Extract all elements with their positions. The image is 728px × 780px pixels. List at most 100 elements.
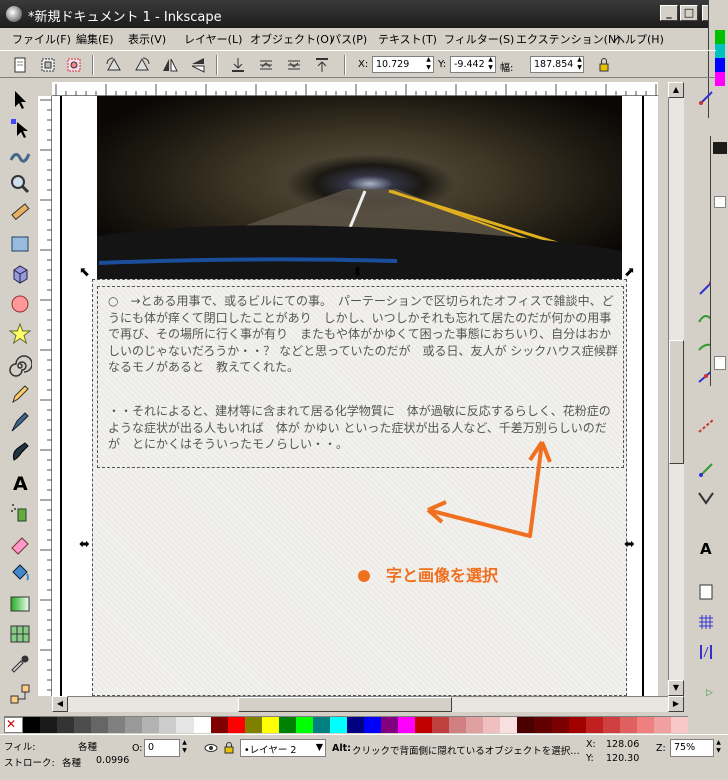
raise-icon[interactable] xyxy=(256,55,276,75)
3d-box-tool-icon[interactable] xyxy=(8,262,32,286)
menu-help[interactable]: ヘルプ(H) xyxy=(614,31,664,47)
text-tool-icon[interactable]: A xyxy=(8,470,32,495)
color-swatch[interactable] xyxy=(312,717,330,733)
pen-tool-icon[interactable] xyxy=(8,410,32,434)
layer-visibility-icon[interactable] xyxy=(204,741,218,755)
maximize-button[interactable]: □ xyxy=(680,5,698,21)
scale-handle-top-left-icon[interactable]: ⬉ xyxy=(79,266,90,279)
drawing-canvas[interactable]: ○ →とある用事で、或るビルにての事。 パーテーションで区切られたオフィスで雑談… xyxy=(52,96,658,696)
color-swatch[interactable] xyxy=(227,717,245,733)
menu-filter[interactable]: フィルター(S) xyxy=(444,31,514,47)
color-swatch[interactable] xyxy=(244,717,262,733)
selector-tool-icon[interactable] xyxy=(8,88,32,112)
color-swatch[interactable] xyxy=(210,717,228,733)
color-swatch[interactable] xyxy=(381,717,399,733)
width-spinner[interactable]: ▲ ▼ xyxy=(575,56,584,73)
vertical-scroll-thumb[interactable] xyxy=(669,340,684,464)
scale-handle-left-icon[interactable]: ⬌ xyxy=(79,538,90,551)
rectangle-tool-icon[interactable] xyxy=(8,232,32,256)
spray-tool-icon[interactable] xyxy=(8,500,32,524)
color-swatch[interactable] xyxy=(466,717,484,733)
horizontal-scroll-thumb[interactable] xyxy=(238,697,452,712)
rotate-cw-icon[interactable] xyxy=(132,55,152,75)
color-swatch[interactable] xyxy=(517,717,535,733)
lower-icon[interactable] xyxy=(284,55,304,75)
color-swatch[interactable] xyxy=(329,717,347,733)
menu-text[interactable]: テキスト(T) xyxy=(378,31,437,47)
scroll-right-button[interactable]: ▶ xyxy=(668,696,684,712)
layer-lock-icon[interactable] xyxy=(222,741,236,755)
color-swatch[interactable] xyxy=(636,717,654,733)
measure-tool-icon[interactable] xyxy=(8,200,32,224)
opacity-spinner[interactable]: ▲ ▼ xyxy=(180,739,189,756)
select-all-layers-icon[interactable] xyxy=(64,55,84,75)
connector-tool-icon[interactable] xyxy=(8,682,32,706)
pencil-tool-icon[interactable] xyxy=(8,382,32,406)
dock-expand-icon[interactable]: ▷ xyxy=(706,688,713,698)
select-all-icon[interactable] xyxy=(38,55,58,75)
color-swatch[interactable] xyxy=(398,717,416,733)
scroll-left-button[interactable]: ◀ xyxy=(52,696,68,712)
color-swatch[interactable] xyxy=(602,717,620,733)
color-swatch[interactable] xyxy=(483,717,501,733)
scale-handle-top-right-icon[interactable]: ⬈ xyxy=(624,266,635,279)
menu-extension[interactable]: エクステンション(N) xyxy=(516,31,620,47)
color-swatch[interactable] xyxy=(653,717,671,733)
ellipse-tool-icon[interactable] xyxy=(8,292,32,316)
horizontal-ruler[interactable] xyxy=(52,82,658,96)
raise-to-top-icon[interactable] xyxy=(312,55,332,75)
spiral-tool-icon[interactable] xyxy=(8,354,33,378)
color-swatch[interactable] xyxy=(670,717,688,733)
vertical-scrollbar[interactable]: ▲ ▼ xyxy=(668,82,684,696)
snap-text-baseline-icon[interactable]: A xyxy=(696,538,716,558)
no-paint-swatch[interactable] xyxy=(4,717,24,733)
color-swatch[interactable] xyxy=(125,717,143,733)
lower-to-bottom-icon[interactable] xyxy=(228,55,248,75)
color-swatch[interactable] xyxy=(415,717,433,733)
flip-horizontal-icon[interactable] xyxy=(160,55,180,75)
stroke-width-value[interactable]: 0.0996 xyxy=(96,755,129,766)
color-swatch[interactable] xyxy=(57,717,75,733)
snap-guide-icon[interactable] xyxy=(696,642,716,662)
color-swatch[interactable] xyxy=(193,717,211,733)
opacity-input[interactable]: 0 xyxy=(144,739,180,757)
snap-page-border-icon[interactable] xyxy=(696,582,716,602)
y-spinner[interactable]: ▲ ▼ xyxy=(486,56,495,73)
color-swatch[interactable] xyxy=(619,717,637,733)
color-swatch[interactable] xyxy=(500,717,518,733)
color-swatch[interactable] xyxy=(40,717,58,733)
zoom-tool-icon[interactable] xyxy=(8,172,32,196)
fill-value[interactable]: 各種 xyxy=(78,739,97,753)
color-swatch[interactable] xyxy=(449,717,467,733)
mesh-tool-icon[interactable] xyxy=(8,622,32,646)
horizontal-scrollbar[interactable]: ◀ ▶ xyxy=(52,696,684,712)
color-swatch[interactable] xyxy=(108,717,126,733)
color-swatch[interactable] xyxy=(551,717,569,733)
paint-bucket-tool-icon[interactable] xyxy=(8,562,32,586)
color-swatch[interactable] xyxy=(23,717,41,733)
vertical-ruler[interactable] xyxy=(38,96,52,696)
menu-file[interactable]: ファイル(F) xyxy=(12,31,71,47)
zoom-spinner[interactable]: ▲ ▼ xyxy=(714,739,723,756)
minimize-button[interactable]: _ xyxy=(660,5,678,21)
snap-midpoint-icon[interactable] xyxy=(696,416,716,436)
color-swatch[interactable] xyxy=(346,717,364,733)
color-swatch[interactable] xyxy=(176,717,194,733)
color-swatch[interactable] xyxy=(142,717,160,733)
color-swatch[interactable] xyxy=(534,717,552,733)
gradient-tool-icon[interactable] xyxy=(8,592,32,616)
scroll-down-button[interactable]: ▼ xyxy=(668,680,684,696)
color-swatch[interactable] xyxy=(74,717,92,733)
scale-handle-right-icon[interactable]: ⬌ xyxy=(624,538,635,551)
new-document-icon[interactable] xyxy=(10,55,30,75)
color-swatch[interactable] xyxy=(159,717,177,733)
color-swatch[interactable] xyxy=(295,717,313,733)
scroll-up-button[interactable]: ▲ xyxy=(668,82,684,98)
tweak-tool-icon[interactable] xyxy=(8,144,32,168)
scale-handle-top-icon[interactable]: ⬍ xyxy=(352,266,363,279)
menu-object[interactable]: オブジェクト(O) xyxy=(250,31,333,47)
menu-layer[interactable]: レイヤー(L) xyxy=(184,31,242,47)
color-swatch[interactable] xyxy=(363,717,382,733)
menu-view[interactable]: 表示(V) xyxy=(128,31,166,47)
layer-dropdown[interactable]: •レイヤー 2 ▼ xyxy=(240,739,326,757)
